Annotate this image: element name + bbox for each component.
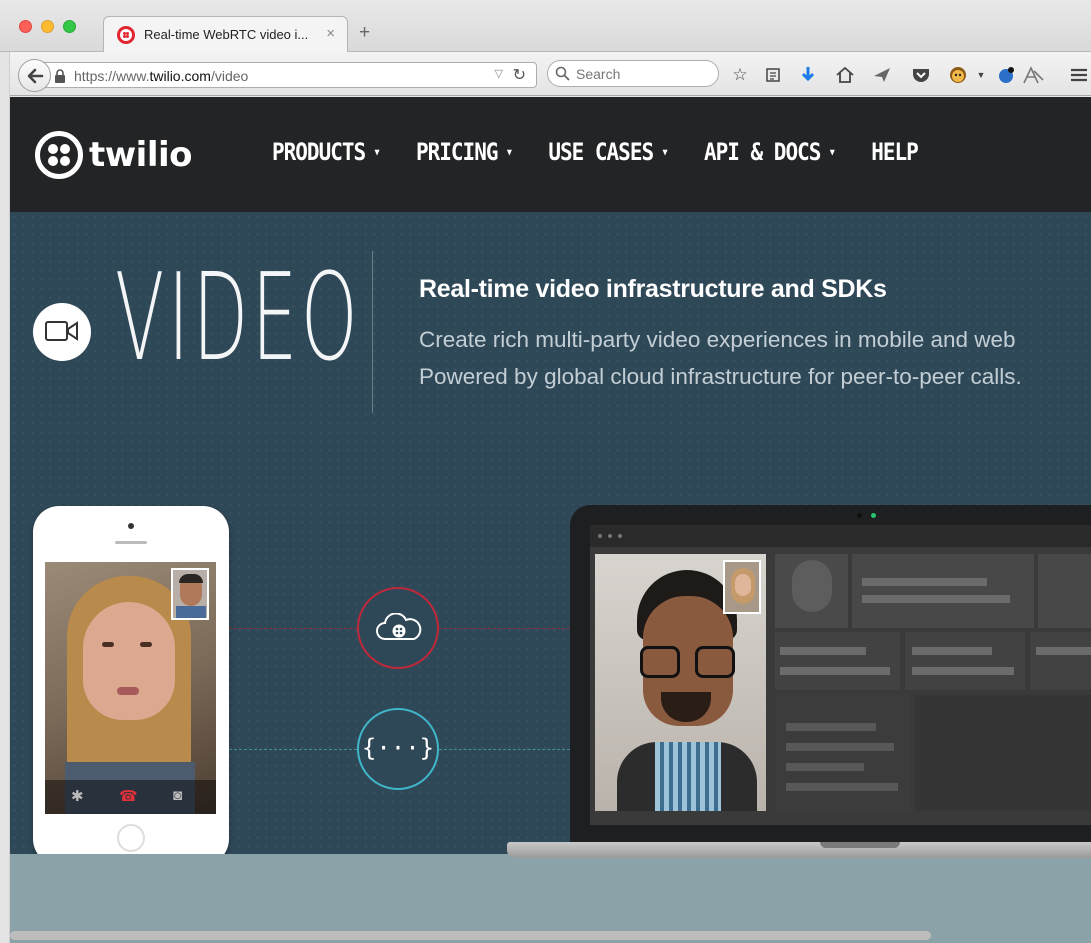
browser-titlebar: Real-time WebRTC video i... × + — [0, 0, 1091, 52]
font-icon[interactable] — [1022, 64, 1044, 86]
nav-pricing[interactable]: PRICING ▾ — [416, 138, 514, 166]
nav-help[interactable]: HELP — [871, 138, 919, 166]
chevron-down-icon: ▾ — [828, 143, 836, 162]
monkey-dropdown-icon[interactable]: ▼ — [975, 64, 987, 86]
horizontal-scrollbar[interactable] — [10, 931, 931, 940]
cloud-circle — [357, 587, 439, 669]
hero-heading: Real-time video infrastructure and SDKs — [419, 275, 887, 303]
logo-wordmark: twilio — [89, 135, 192, 175]
phone-pip-video — [171, 568, 209, 620]
download-icon[interactable] — [797, 64, 819, 86]
site-header: twilio PRODUCTS ▾ PRICING ▾ USE CASES ▾ API… — [10, 97, 1091, 212]
connection-line-cloud-right — [439, 628, 570, 629]
main-nav: PRODUCTS ▾ PRICING ▾ USE CASES ▾ API & DOCS… — [272, 138, 954, 166]
laptop-base — [507, 842, 1091, 858]
chevron-down-icon: ▾ — [661, 143, 669, 162]
twilio-logo[interactable]: twilio — [35, 131, 192, 179]
nav-products[interactable]: PRODUCTS ▾ — [272, 138, 381, 166]
chevron-down-icon: ▾ — [505, 143, 514, 162]
phone-illustration: ✱ ☎ ◙ — [33, 506, 229, 865]
window-left-edge — [0, 52, 10, 943]
hero-bottom-band — [10, 854, 1091, 943]
participant-thumbnail — [775, 554, 848, 628]
zoom-window-button[interactable] — [63, 20, 76, 33]
pocket-icon[interactable] — [910, 64, 932, 86]
twilio-logo-mark-icon — [35, 131, 83, 179]
globe-icon[interactable] — [996, 64, 1018, 86]
minimize-window-button[interactable] — [41, 20, 54, 33]
phone-camera — [128, 523, 134, 529]
reading-list-icon[interactable] — [762, 64, 784, 86]
phone-home-button — [117, 824, 145, 852]
hang-up-icon[interactable]: ☎ — [119, 787, 138, 805]
reload-icon[interactable]: ↻ — [513, 65, 526, 85]
laptop-pip-video — [723, 560, 761, 614]
nav-api-docs[interactable]: API & DOCS ▾ — [704, 138, 836, 166]
phone-speaker — [115, 541, 147, 544]
api-circle: {···} — [357, 708, 439, 790]
bluetooth-icon[interactable]: ✱ — [71, 787, 84, 805]
home-icon[interactable] — [834, 64, 856, 86]
send-icon[interactable] — [871, 64, 893, 86]
connection-line-cloud-left — [229, 628, 357, 629]
phone-call-controls: ✱ ☎ ◙ — [45, 780, 216, 814]
search-icon — [555, 66, 570, 81]
laptop-screen — [590, 525, 1091, 825]
close-window-button[interactable] — [19, 20, 32, 33]
browser-tab-active[interactable]: Real-time WebRTC video i... × — [103, 16, 348, 52]
hero-description-line-1: Create rich multi-party video experience… — [419, 327, 1016, 352]
product-title: VIDEO — [115, 249, 362, 388]
laptop-main-video — [595, 554, 766, 811]
connection-line-api-left — [229, 749, 357, 750]
cloud-icon — [376, 613, 422, 640]
laptop-illustration — [570, 505, 1091, 845]
video-camera-icon — [33, 303, 91, 361]
connection-line-api-right — [439, 749, 570, 750]
api-braces-icon: {···} — [361, 734, 435, 762]
back-button[interactable] — [18, 59, 51, 92]
new-tab-button[interactable]: + — [359, 22, 370, 44]
phone-video-feed: ✱ ☎ ◙ — [45, 562, 216, 814]
switch-camera-icon[interactable]: ◙ — [173, 787, 182, 804]
browser-navbar: https://www.twilio.com/video ▽ ↻ Search … — [0, 52, 1091, 96]
chevron-down-icon: ▾ — [373, 143, 381, 162]
star-icon[interactable]: ☆ — [729, 64, 751, 86]
woman-face — [83, 602, 175, 720]
url-bar[interactable]: https://www.twilio.com/video ▽ ↻ — [40, 62, 537, 88]
web-page: twilio PRODUCTS ▾ PRICING ▾ USE CASES ▾ API… — [10, 97, 1091, 943]
tab-title: Real-time WebRTC video i... — [144, 27, 309, 42]
hero-description-line-2: Powered by global cloud infrastructure f… — [419, 364, 1022, 389]
search-placeholder: Search — [576, 66, 621, 82]
url-text[interactable]: https://www.twilio.com/video — [74, 68, 248, 84]
lock-icon — [55, 69, 65, 83]
url-history-dropdown-icon[interactable]: ▽ — [495, 67, 503, 80]
menu-icon[interactable] — [1068, 64, 1090, 86]
twilio-favicon-icon — [117, 26, 135, 44]
nav-use-cases[interactable]: USE CASES ▾ — [548, 138, 669, 166]
monkey-icon[interactable] — [947, 64, 969, 86]
hero-divider — [372, 251, 373, 413]
search-input[interactable]: Search — [547, 60, 719, 87]
back-arrow-icon — [27, 68, 44, 84]
tab-close-icon[interactable]: × — [326, 25, 335, 42]
laptop-hinge — [820, 842, 900, 848]
